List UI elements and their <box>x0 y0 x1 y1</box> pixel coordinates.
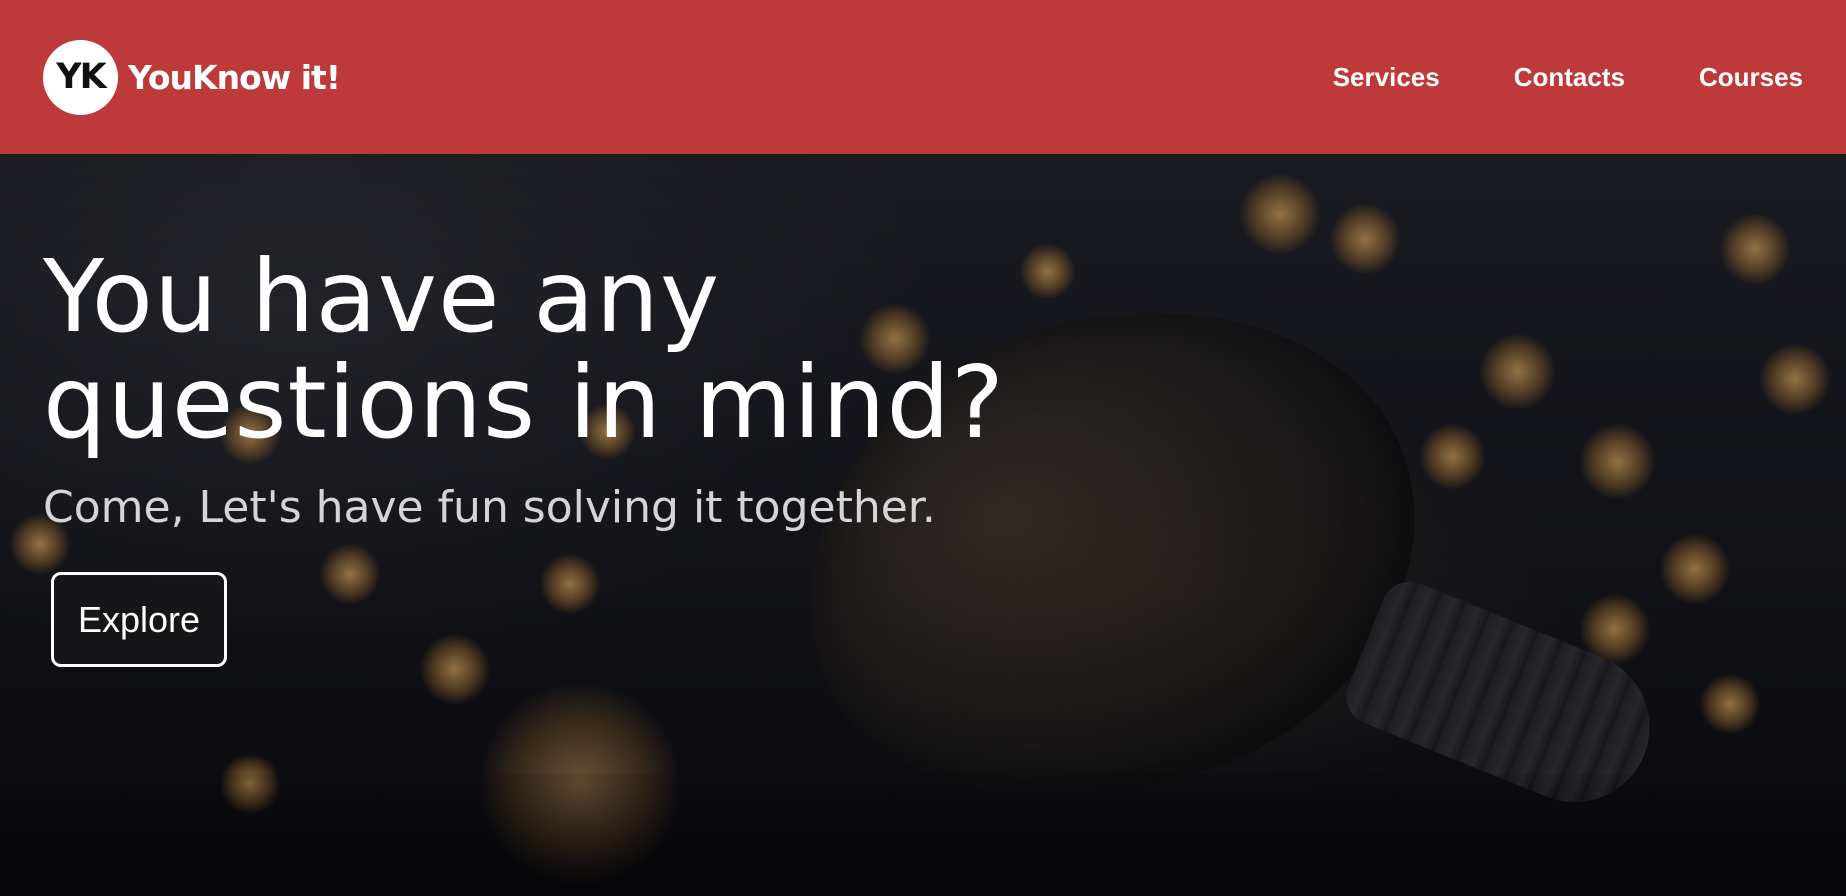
landing-page: YK YouKnow it! Services Contacts Courses <box>0 0 1846 896</box>
hero-headline-line1: You have any <box>43 238 721 355</box>
main-nav: Services Contacts Courses <box>1333 62 1803 93</box>
hero-subheadline: Come, Let's have fun solving it together… <box>43 482 936 533</box>
explore-button[interactable]: Explore <box>51 572 228 667</box>
logo-initials: YK <box>56 57 106 97</box>
hero-headline-line2: questions in mind? <box>43 344 1005 461</box>
hero-headline: You have any questions in mind? <box>43 244 1143 456</box>
nav-link-contacts[interactable]: Contacts <box>1514 62 1625 93</box>
logo-badge-icon[interactable]: YK <box>43 39 118 115</box>
hero-content: You have any questions in mind? Come, Le… <box>43 244 1143 667</box>
hero-section: You have any questions in mind? Come, Le… <box>0 154 1846 896</box>
site-header: YK YouKnow it! Services Contacts Courses <box>0 0 1846 154</box>
brand[interactable]: YK YouKnow it! <box>43 39 341 115</box>
nav-link-services[interactable]: Services <box>1333 62 1440 93</box>
nav-link-courses[interactable]: Courses <box>1699 62 1803 93</box>
brand-name[interactable]: YouKnow it! <box>128 58 341 97</box>
